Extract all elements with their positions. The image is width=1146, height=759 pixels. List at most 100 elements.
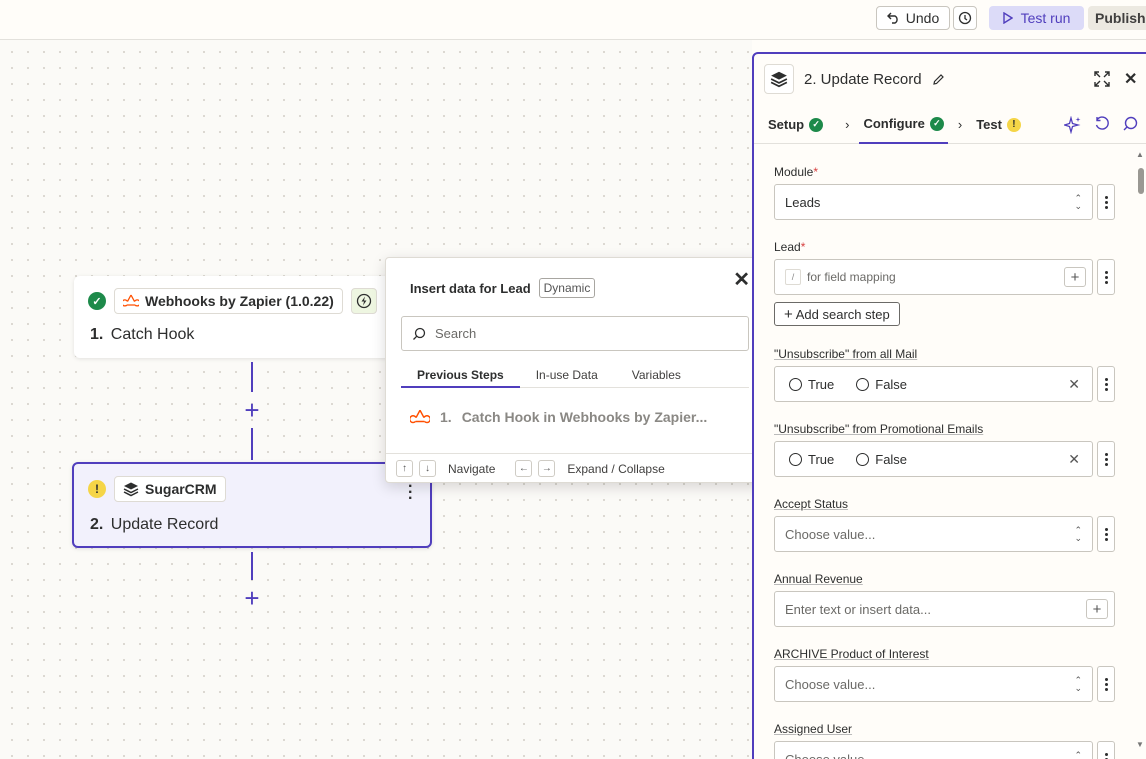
module-label: Module* [774,165,818,179]
expand-icon[interactable] [1094,71,1110,87]
radio-false[interactable]: False [856,377,907,392]
tab-previous-steps[interactable]: Previous Steps [401,366,520,388]
step-2-card[interactable]: ! SugarCRM · · · 2. Update Record [72,462,432,548]
previous-step-item[interactable]: 1. Catch Hook in Webhooks by Zapier... [410,408,707,426]
check-icon: ✓ [929,116,944,131]
refresh-icon[interactable] [1094,116,1110,132]
search-icon [413,327,426,340]
step-2-more-menu-icon[interactable]: · · · [408,479,413,507]
tab-configure[interactable]: Configure ✓ [859,106,948,144]
app-pill-webhooks: Webhooks by Zapier (1.0.22) [114,288,343,314]
lead-placeholder: for field mapping [807,270,896,284]
test-run-label: Test run [1020,10,1071,26]
unsubscribe-all-more-button[interactable] [1097,366,1115,402]
connector-line [251,362,253,392]
lead-input[interactable]: / for field mapping + [774,259,1093,295]
archive-product-more-button[interactable] [1097,666,1115,702]
radio-circle-icon [789,377,802,391]
popup-search-input[interactable]: Search [401,316,749,351]
edit-pencil-icon[interactable] [932,73,945,86]
history-button[interactable] [953,6,977,30]
comment-icon[interactable] [1122,116,1138,132]
module-value: Leads [785,194,821,210]
radio-true-label: True [808,451,835,467]
panel-tab-actions [1064,116,1138,134]
annual-revenue-label: Annual Revenue [774,572,863,586]
tab-setup-label: Setup [768,117,805,132]
lead-label: Lead* [774,240,805,254]
unsubscribe-promo-more-button[interactable] [1097,441,1115,477]
unsubscribe-promo-radio-group: True False ✕ [774,441,1093,477]
accept-status-placeholder: Choose value... [785,526,876,542]
panel-scrollbar[interactable]: ▲ ▼ [1136,150,1144,759]
assigned-user-placeholder: Choose value... [785,751,876,759]
step-1-card[interactable]: ✓ Webhooks by Zapier (1.0.22) 1. Catch H… [74,276,404,358]
popup-footer: ↑ ↓ Navigate ← → Expand / Collapse [386,453,762,483]
assigned-user-more-button[interactable] [1097,741,1115,759]
panel-close-icon[interactable]: ✕ [1124,69,1137,89]
scroll-up-icon[interactable]: ▲ [1136,150,1144,159]
lead-more-button[interactable] [1097,259,1115,295]
trigger-lightning-icon [350,288,377,314]
tab-test[interactable]: Test ! [972,106,1025,144]
step-1-app-name: Webhooks by Zapier (1.0.22) [145,293,334,309]
clear-icon[interactable]: ✕ [1068,376,1080,393]
annual-revenue-input[interactable]: Enter text or insert data... + [774,591,1115,627]
select-arrows-icon: ⌃⌄ [1074,193,1082,211]
clear-icon[interactable]: ✕ [1068,451,1080,468]
add-step-plus-icon[interactable]: + [242,397,262,423]
archive-product-select[interactable]: Choose value... ⌃ ⌄ [774,666,1093,702]
slash-key-icon: / [785,269,801,285]
step-1-number: 1. [90,326,104,343]
publish-button[interactable]: Publish [1088,6,1146,30]
publish-label: Publish [1095,10,1146,26]
connector-line [251,428,253,460]
webhook-icon [410,409,430,424]
popup-tabs: Previous Steps In-use Data Variables [401,366,749,388]
radio-false-label: False [875,451,908,467]
required-marker: * [813,165,819,179]
accept-status-select[interactable]: Choose value... ⌃ ⌄ [774,516,1093,552]
tab-setup[interactable]: Setup ✓ [764,106,827,144]
chevron-right-icon: › [845,117,850,132]
undo-icon [886,12,898,24]
assigned-user-label: Assigned User [774,722,853,736]
accept-status-more-button[interactable] [1097,516,1115,552]
insert-data-plus-icon[interactable]: + [1086,599,1108,619]
arrow-right-key-icon: → [538,460,556,477]
scroll-thumb[interactable] [1138,168,1144,194]
step-2-title: 2. Update Record [90,516,218,534]
add-search-step-button[interactable]: + Add search step [774,302,900,326]
radio-true[interactable]: True [789,452,834,467]
dynamic-badge: Dynamic [538,278,596,298]
assigned-user-select[interactable]: Choose value... ⌃⌄ [774,741,1093,759]
undo-label: Undo [905,10,940,26]
add-step-plus-icon[interactable]: + [242,585,262,611]
plus-icon: + [784,305,793,323]
module-more-button[interactable] [1097,184,1115,220]
module-select[interactable]: Leads ⌃ ⌄ [774,184,1093,220]
check-icon: ✓ [809,117,824,132]
undo-button[interactable]: Undo [876,6,950,30]
radio-true[interactable]: True [789,377,834,392]
expand-collapse-hint: Expand / Collapse [567,461,665,476]
close-icon[interactable]: ✕ [733,270,750,290]
tab-in-use-data[interactable]: In-use Data [520,366,614,388]
play-icon [1002,12,1013,24]
success-icon: ✓ [88,292,106,310]
popup-search-placeholder: Search [435,326,477,341]
sugarcrm-icon [764,64,794,94]
ai-sparkle-icon[interactable] [1064,116,1082,134]
test-run-button[interactable]: Test run [989,6,1084,30]
insert-data-plus-icon[interactable]: + [1064,267,1086,287]
tab-variables[interactable]: Variables [614,366,697,388]
select-arrows-icon: ⌃⌄ [1074,750,1082,759]
add-search-step-label: Add search step [795,306,890,322]
unsubscribe-promo-label: "Unsubscribe" from Promotional Emails [774,422,984,436]
step-2-app-name: SugarCRM [145,481,217,497]
module-label-text: Module [774,165,814,179]
radio-false[interactable]: False [856,452,907,467]
top-toolbar: Undo Test run Publish [0,0,1146,40]
arrow-down-key-icon: ↓ [419,460,436,477]
scroll-down-icon[interactable]: ▼ [1136,740,1144,749]
